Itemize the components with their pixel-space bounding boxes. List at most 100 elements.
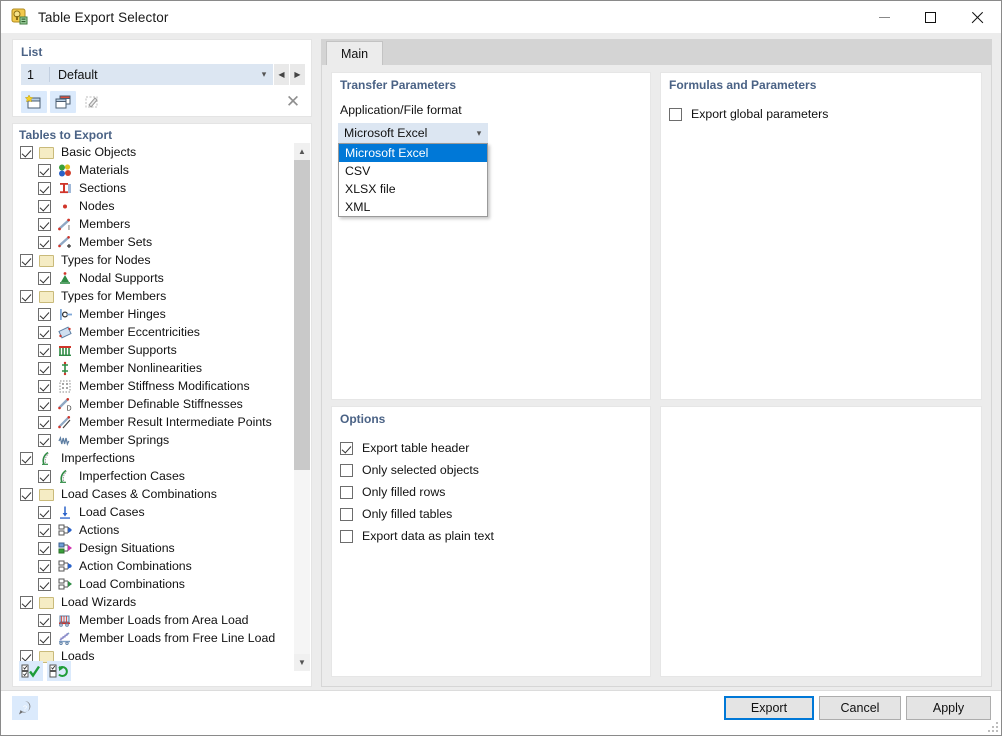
chevron-down-icon[interactable]: ▾ (470, 128, 488, 139)
tree-row-checkbox[interactable] (38, 506, 51, 519)
tree-row[interactable]: Materials (14, 161, 293, 179)
tree-row[interactable]: Nodal Supports (14, 269, 293, 287)
tree-row[interactable]: Imperfections (14, 449, 293, 467)
scrollbar-thumb[interactable] (294, 160, 310, 470)
dropdown-option[interactable]: Microsoft Excel (339, 144, 487, 162)
list-prev-button[interactable]: ◀ (273, 64, 289, 85)
tree-row[interactable]: Member Loads from Free Line Load (14, 629, 293, 647)
check-all-button[interactable] (19, 661, 43, 681)
export-option-row[interactable]: Only filled rows (340, 481, 494, 503)
resize-grip[interactable] (988, 722, 998, 732)
list-combo[interactable]: 1 Default ▾ (21, 64, 273, 85)
tree-row[interactable]: Types for Members (14, 287, 293, 305)
tree-row-checkbox[interactable] (20, 596, 33, 609)
tree-row-checkbox[interactable] (38, 182, 51, 195)
delete-list-button[interactable]: ✕ (281, 91, 305, 113)
cancel-button[interactable]: Cancel (819, 696, 901, 720)
export-option-checkbox[interactable] (340, 530, 353, 543)
tree-row-checkbox[interactable] (38, 434, 51, 447)
tree-row-checkbox[interactable] (20, 254, 33, 267)
tree-row-checkbox[interactable] (20, 488, 33, 501)
tree-row[interactable]: Member Hinges (14, 305, 293, 323)
tree-row[interactable]: Sections (14, 179, 293, 197)
apply-button[interactable]: Apply (906, 696, 991, 720)
tree-row[interactable]: Member Loads from Area Load (14, 611, 293, 629)
tree-row-checkbox[interactable] (20, 290, 33, 303)
tab-main[interactable]: Main (326, 41, 383, 65)
dropdown-option[interactable]: XML (339, 198, 487, 216)
tree-row[interactable]: Member Eccentricities (14, 323, 293, 341)
scroll-down-icon[interactable]: ▼ (294, 654, 310, 671)
tree-row[interactable]: Load Combinations (14, 575, 293, 593)
tree-row-checkbox[interactable] (38, 326, 51, 339)
export-option-row[interactable]: Only selected objects (340, 459, 494, 481)
tree-row[interactable]: Nodes (14, 197, 293, 215)
tree-row-checkbox[interactable] (38, 164, 51, 177)
tree-row[interactable]: Member Springs (14, 431, 293, 449)
tree-row[interactable]: Load Wizards (14, 593, 293, 611)
maximize-button[interactable] (907, 1, 953, 33)
tree-row-checkbox[interactable] (38, 272, 51, 285)
tree-row-checkbox[interactable] (38, 470, 51, 483)
tree-row-checkbox[interactable] (38, 416, 51, 429)
tree-list[interactable]: Basic ObjectsMaterialsSectionsNodesIMemb… (14, 143, 293, 671)
export-option-checkbox[interactable] (340, 442, 353, 455)
tree-row[interactable]: Design Situations (14, 539, 293, 557)
list-toolbar: ✕ (21, 90, 305, 113)
tree-row[interactable]: Basic Objects (14, 143, 293, 161)
application-file-format-dropdown[interactable]: Microsoft ExcelCSVXLSX fileXML (338, 143, 488, 217)
close-button[interactable] (953, 1, 1001, 33)
tree-row[interactable]: Member Supports (14, 341, 293, 359)
edit-list-button[interactable] (79, 91, 105, 113)
export-option-row[interactable]: Export table header (340, 437, 494, 459)
invert-selection-button[interactable] (47, 661, 71, 681)
tree-row-checkbox[interactable] (38, 362, 51, 375)
formula-option-checkbox[interactable] (669, 108, 682, 121)
copy-list-button[interactable] (50, 91, 76, 113)
tree-row-checkbox[interactable] (38, 614, 51, 627)
tree-row-checkbox[interactable] (38, 578, 51, 591)
tree-row-checkbox[interactable] (38, 236, 51, 249)
export-option-checkbox[interactable] (340, 486, 353, 499)
chevron-down-icon[interactable]: ▾ (255, 69, 273, 80)
application-file-format-combo[interactable]: Microsoft Excel ▾ (338, 123, 488, 143)
scroll-up-icon[interactable]: ▲ (294, 143, 310, 160)
help-button[interactable]: ? (12, 696, 38, 720)
export-option-row[interactable]: Only filled tables (340, 503, 494, 525)
tree-row[interactable]: Member Stiffness Modifications (14, 377, 293, 395)
tree-scrollbar[interactable]: ▲ ▼ (294, 143, 310, 671)
tree-row[interactable]: Action Combinations (14, 557, 293, 575)
tree-row-checkbox[interactable] (38, 200, 51, 213)
tree-row-checkbox[interactable] (38, 344, 51, 357)
tree-row-checkbox[interactable] (20, 146, 33, 159)
tree-row[interactable]: Member Nonlinearities (14, 359, 293, 377)
minimize-button[interactable] (861, 1, 907, 33)
tree-row[interactable]: Load Cases & Combinations (14, 485, 293, 503)
tree-row-checkbox[interactable] (38, 632, 51, 645)
tree-row-checkbox[interactable] (38, 398, 51, 411)
tree-row-checkbox[interactable] (38, 380, 51, 393)
tree-row-checkbox[interactable] (38, 542, 51, 555)
tree-row-checkbox[interactable] (38, 218, 51, 231)
list-next-button[interactable]: ▶ (289, 64, 305, 85)
new-list-button[interactable] (21, 91, 47, 113)
export-option-checkbox[interactable] (340, 464, 353, 477)
tree-row[interactable]: Member Sets (14, 233, 293, 251)
tree-row[interactable]: Member Result Intermediate Points (14, 413, 293, 431)
tree-row[interactable]: Imperfection Cases (14, 467, 293, 485)
tree-row-checkbox[interactable] (38, 524, 51, 537)
dropdown-option[interactable]: XLSX file (339, 180, 487, 198)
formula-option-row[interactable]: Export global parameters (669, 103, 828, 125)
export-button[interactable]: Export (724, 696, 814, 720)
tree-row[interactable]: Load Cases (14, 503, 293, 521)
tree-row[interactable]: DMember Definable Stiffnesses (14, 395, 293, 413)
tree-row[interactable]: IMembers (14, 215, 293, 233)
tree-row[interactable]: Actions (14, 521, 293, 539)
dropdown-option[interactable]: CSV (339, 162, 487, 180)
export-option-checkbox[interactable] (340, 508, 353, 521)
tree-row[interactable]: Types for Nodes (14, 251, 293, 269)
tree-row-checkbox[interactable] (20, 452, 33, 465)
tree-row-checkbox[interactable] (38, 560, 51, 573)
export-option-row[interactable]: Export data as plain text (340, 525, 494, 547)
tree-row-checkbox[interactable] (38, 308, 51, 321)
